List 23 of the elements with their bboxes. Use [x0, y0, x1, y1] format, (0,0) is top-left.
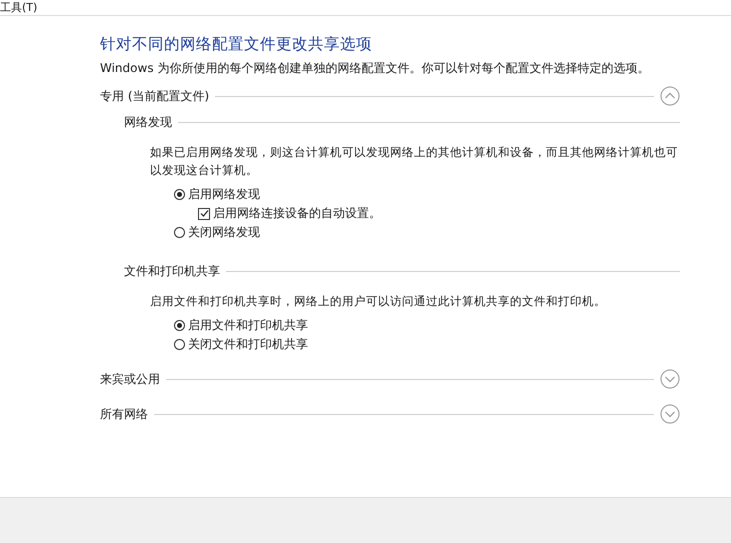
option-label: 关闭网络发现 — [188, 224, 260, 241]
option-label: 启用网络发现 — [188, 186, 260, 203]
page-title: 针对不同的网络配置文件更改共享选项 — [100, 34, 373, 54]
expand-icon[interactable] — [660, 404, 680, 424]
radio-button[interactable] — [174, 189, 185, 200]
option-label: 启用网络连接设备的自动设置。 — [213, 205, 381, 222]
section-header: 来宾或公用 — [100, 370, 160, 388]
subsection-header: 网络发现 — [124, 114, 172, 130]
radio-button[interactable] — [174, 227, 185, 238]
menu-item[interactable]: 工具(T) — [0, 1, 38, 15]
checkbox[interactable] — [198, 208, 210, 220]
radio-button[interactable] — [174, 339, 185, 350]
radio-button[interactable] — [174, 320, 185, 331]
option-label: 启用文件和打印机共享 — [188, 317, 308, 334]
section-header: 所有网络 — [100, 406, 148, 422]
subsection-header: 文件和打印机共享 — [124, 262, 220, 280]
section-header: 专用 (当前配置文件) — [100, 88, 210, 104]
collapse-icon[interactable] — [660, 86, 680, 106]
expand-icon[interactable] — [660, 369, 680, 389]
subsection-description: 启用文件和打印机共享时，网络上的用户可以访问通过此计算机共享的文件和打印机。 — [150, 293, 607, 310]
option-label: 关闭文件和打印机共享 — [188, 336, 308, 353]
subsection-description: 如果已启用网络发现，则这台计算机可以发现网络上的其他计算机和设备，而且其他网络计算机也可以发现这台计算机。 — [150, 144, 679, 179]
page-description: Windows 为你所使用的每个网络创建单独的网络配置文件。你可以针对每个配置文件选择特定的选项。 — [100, 60, 650, 76]
